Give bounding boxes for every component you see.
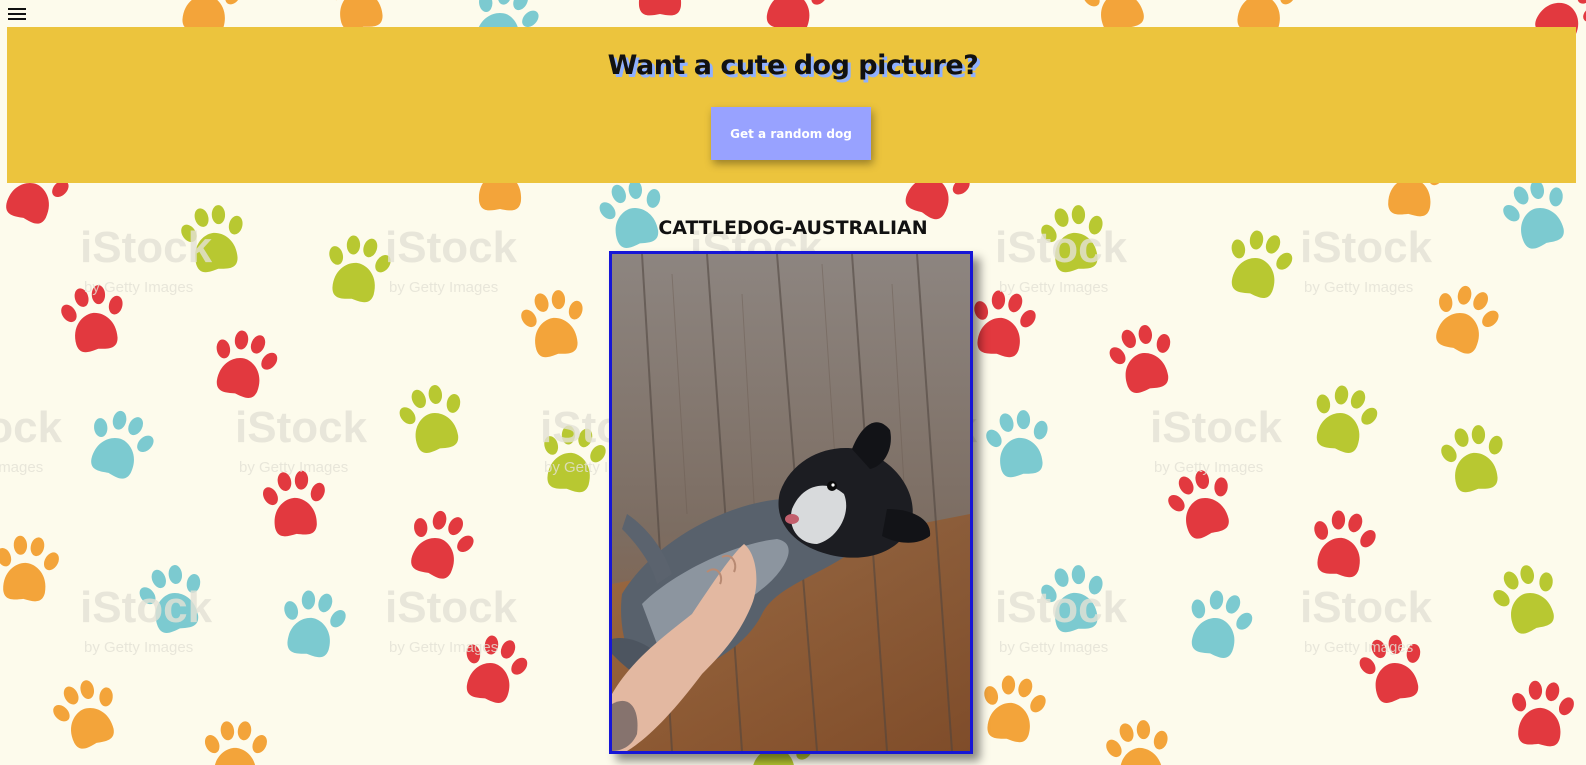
watermark-text: iStock (235, 403, 368, 452)
watermark-subtext: by Getty Images (1304, 639, 1413, 656)
watermark-subtext: by Getty Images (1304, 279, 1413, 296)
watermark-subtext: by Getty Images (389, 639, 498, 656)
watermark-subtext: by Getty Images (239, 459, 348, 476)
paw-print-icon (1493, 171, 1580, 256)
watermark-text: iStock (995, 583, 1128, 632)
paw-print-icon (258, 467, 332, 539)
watermark-subtext: by Getty Images (999, 639, 1108, 656)
paw-print-icon (1422, 276, 1508, 362)
watermark-subtext: by Getty Images (84, 639, 193, 656)
watermark-subtext: by Getty Images (0, 459, 43, 476)
paw-print-icon (391, 377, 474, 459)
watermark-text: iStock (80, 583, 213, 632)
breed-name: CATTLEDOG-AUSTRALIAN (658, 217, 928, 239)
paw-print-icon (964, 285, 1042, 362)
paw-print-icon (591, 172, 674, 254)
watermark-text: iStock (1150, 403, 1283, 452)
dog-photo (612, 254, 970, 751)
get-random-dog-button[interactable]: Get a random dog (711, 107, 871, 160)
paw-print-icon (1483, 556, 1570, 641)
paw-print-icon (1434, 420, 1513, 496)
paw-print-icon (202, 720, 270, 765)
paw-print-icon (979, 405, 1058, 481)
paw-print-icon (77, 401, 163, 487)
paw-print-icon (1304, 505, 1382, 582)
paw-print-icon (274, 585, 352, 662)
watermark-text: iStock (385, 583, 518, 632)
paw-print-icon (0, 532, 64, 604)
dog-image (609, 251, 973, 754)
paw-print-icon (1099, 715, 1178, 765)
paw-print-icon (514, 285, 593, 361)
paw-print-icon (627, 0, 695, 16)
watermark-text: iStock (0, 403, 63, 452)
paw-print-icon (1101, 317, 1184, 399)
paw-print-icon (202, 323, 286, 404)
paw-print-icon (397, 501, 483, 587)
hamburger-menu-button[interactable] (6, 5, 28, 23)
hamburger-menu-icon (8, 8, 26, 20)
paw-print-icon (1177, 583, 1261, 664)
paw-print-icon (43, 671, 130, 756)
page-title: Want a cute dog picture? (607, 50, 979, 81)
watermark-subtext: by Getty Images (389, 279, 498, 296)
watermark-subtext: by Getty Images (84, 279, 193, 296)
watermark-subtext: by Getty Images (999, 279, 1108, 296)
watermark-subtext: by Getty Images (1154, 459, 1263, 476)
paw-print-icon (1302, 378, 1386, 459)
watermark-text: iStock (1300, 583, 1433, 632)
paw-print-icon (1505, 677, 1579, 749)
paw-print-icon (974, 670, 1052, 747)
